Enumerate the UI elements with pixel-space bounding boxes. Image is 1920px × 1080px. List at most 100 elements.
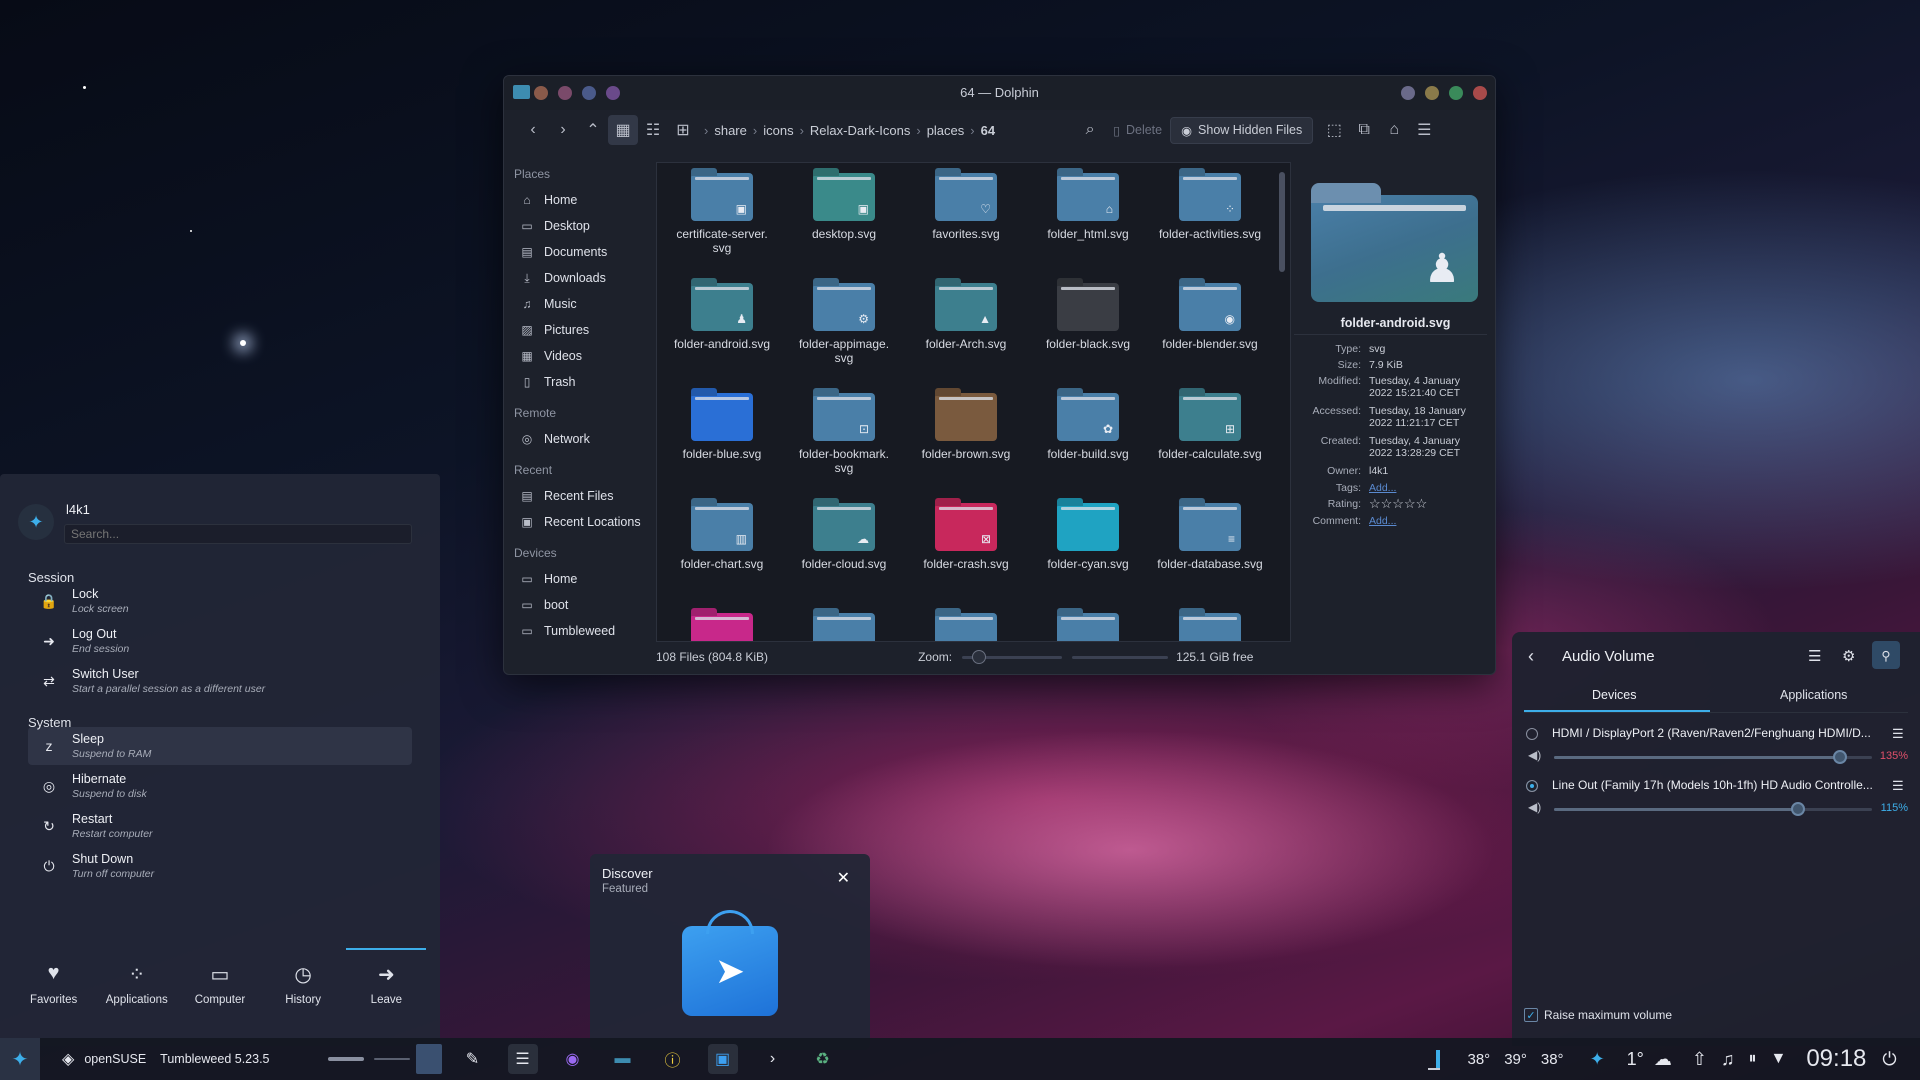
place-home[interactable]: ⌂ Home [504, 187, 654, 213]
file-item[interactable]: folder-cyan.svg [1028, 503, 1148, 571]
file-item[interactable]: ♟ folder-android.svg [662, 283, 782, 351]
delete-button[interactable]: ▯ Delete [1113, 123, 1162, 138]
file-item[interactable]: ≡ folder-database.svg [1150, 503, 1270, 571]
file-item[interactable]: ⊡ folder-bookmark. svg [784, 393, 904, 475]
file-item[interactable]: folder-brown.svg [906, 393, 1026, 461]
file-item[interactable]: folder-black.svg [1028, 283, 1148, 351]
file-item[interactable]: ♡ favorites.svg [906, 173, 1026, 241]
avatar[interactable]: ✦ [18, 504, 54, 540]
file-item[interactable]: ⌂ folder_html.svg [1028, 173, 1148, 241]
place-pictures[interactable]: ▨ Pictures [504, 317, 654, 343]
tab-history[interactable]: ◷ History [263, 952, 343, 1036]
hamburger-menu-icon[interactable]: ☰ [1892, 778, 1904, 794]
back-icon[interactable]: ‹ [518, 115, 548, 145]
maximize-button[interactable] [1449, 86, 1463, 100]
file-item[interactable] [906, 613, 1026, 641]
virtual-desktop[interactable] [415, 1044, 442, 1074]
place-desktop[interactable]: ▭ Desktop [504, 213, 654, 239]
scrollbar[interactable] [1279, 172, 1285, 272]
cloud-icon[interactable]: ☁ [1654, 1049, 1672, 1070]
info-comment-link[interactable]: Add... [1369, 515, 1495, 527]
minimize-button[interactable] [1425, 86, 1439, 100]
place-recent-locations[interactable]: ▣ Recent Locations [504, 509, 654, 535]
file-item[interactable]: ☁ folder-cloud.svg [784, 503, 904, 571]
crumb[interactable]: Relax-Dark-Icons [810, 123, 910, 138]
update-icon[interactable]: ⇧ [1692, 1049, 1707, 1070]
file-item[interactable] [1028, 613, 1148, 641]
pen-app-icon[interactable]: ✎ [458, 1044, 488, 1074]
place-recent-files[interactable]: ▤ Recent Files [504, 483, 654, 509]
configure-icon[interactable]: ⚙ [1842, 647, 1855, 665]
file-item[interactable]: ▥ folder-chart.svg [662, 503, 782, 571]
compact-view-icon[interactable]: ☷ [638, 115, 668, 145]
crumb[interactable]: share [714, 123, 747, 138]
place-network[interactable]: ◎ Network [504, 426, 654, 452]
zoom-handle[interactable] [972, 649, 987, 664]
place-videos[interactable]: ▦ Videos [504, 343, 654, 369]
restart-button[interactable]: ↻ Restart Restart computer [28, 807, 412, 845]
volume-handle[interactable] [1790, 802, 1805, 816]
tab-favorites[interactable]: ♥ Favorites [14, 952, 94, 1036]
file-item[interactable]: ⊠ folder-crash.svg [906, 503, 1026, 571]
crumb-current[interactable]: 64 [981, 123, 995, 138]
place-downloads[interactable]: ⤓ Downloads [504, 265, 654, 291]
tab-leave[interactable]: ➜ Leave [346, 948, 427, 1036]
search-input[interactable] [64, 524, 412, 544]
recycle-icon[interactable]: ♻ [808, 1044, 838, 1074]
clock[interactable]: 09:18 [1806, 1045, 1866, 1073]
crumb[interactable]: places [927, 123, 965, 138]
audio-icon[interactable]: ♫ [1721, 1049, 1735, 1070]
shut-down-button[interactable]: ⏻ Shut Down Turn off computer [28, 847, 412, 885]
volume-handle[interactable] [1833, 750, 1848, 764]
device-boot[interactable]: ▭ boot [504, 592, 654, 618]
zoom-slider[interactable] [962, 649, 1063, 664]
show-hidden-button[interactable]: ◉ Show Hidden Files [1170, 116, 1314, 144]
file-item[interactable]: folder-blue.svg [662, 393, 782, 461]
speaker-icon[interactable]: ◀) [1528, 800, 1541, 814]
tab-applications[interactable]: Applications [1780, 688, 1847, 702]
log-out-button[interactable]: ➜ Log Out End session [28, 622, 412, 660]
dolphin-icon[interactable]: ▬ [608, 1044, 638, 1074]
file-item[interactable]: ⊞ folder-calculate.svg [1150, 393, 1270, 461]
keep-above-button[interactable] [1401, 86, 1415, 100]
settings-app-icon[interactable]: ☰ [507, 1044, 538, 1074]
media-pause-icon[interactable]: ⏸ [1748, 1050, 1756, 1068]
file-item[interactable] [784, 613, 904, 641]
details-view-icon[interactable]: ⊞ [668, 115, 698, 145]
select-icon[interactable]: ⬚ [1319, 115, 1349, 145]
terminal-icon[interactable]: › [758, 1044, 788, 1074]
discover-icon[interactable]: ▣ [707, 1044, 738, 1074]
up-icon[interactable]: ⌃ [578, 115, 608, 145]
hamburger-menu-icon[interactable]: ☰ [1808, 647, 1821, 665]
firefox-icon[interactable]: ◉ [558, 1044, 588, 1074]
default-device-radio[interactable] [1526, 780, 1538, 792]
file-item[interactable] [1150, 613, 1270, 641]
rating-stars[interactable]: ☆☆☆☆☆ [1369, 497, 1495, 510]
pager-bar[interactable] [327, 1057, 364, 1061]
tab-computer[interactable]: ▭ Computer [180, 952, 260, 1036]
device-home[interactable]: ▭ Home [504, 566, 654, 592]
file-item[interactable]: ▲ folder-Arch.svg [906, 283, 1026, 351]
file-item[interactable]: ✿ folder-build.svg [1028, 393, 1148, 461]
crumb[interactable]: icons [763, 123, 793, 138]
raise-max-checkbox[interactable]: ✓ Raise maximum volume [1524, 1008, 1672, 1022]
split-icon[interactable]: ⧉ [1349, 115, 1379, 145]
close-button[interactable] [1473, 86, 1487, 100]
default-device-radio[interactable] [1526, 728, 1538, 740]
application-launcher-button[interactable]: ✦ [0, 1038, 40, 1080]
info-tags-link[interactable]: Add... [1369, 482, 1495, 494]
info-app-icon[interactable]: ⓘ [658, 1044, 688, 1074]
sleep-button[interactable]: z Sleep Suspend to RAM [28, 727, 412, 765]
place-trash[interactable]: ▯ Trash [504, 369, 654, 395]
icons-view-icon[interactable]: ▦ [608, 115, 638, 145]
opensuse-icon[interactable]: ✦ [1590, 1049, 1605, 1070]
pager-bar[interactable] [373, 1058, 410, 1060]
tab-applications[interactable]: ⁘ Applications [97, 952, 177, 1036]
file-item[interactable]: ▣ desktop.svg [784, 173, 904, 241]
speaker-icon[interactable]: ◀) [1528, 748, 1541, 762]
back-icon[interactable]: ‹ [1528, 646, 1534, 667]
pin-icon[interactable]: ⚲ [1872, 641, 1900, 669]
place-documents[interactable]: ▤ Documents [504, 239, 654, 265]
tab-devices[interactable]: Devices [1592, 688, 1636, 702]
file-item[interactable] [662, 613, 782, 641]
